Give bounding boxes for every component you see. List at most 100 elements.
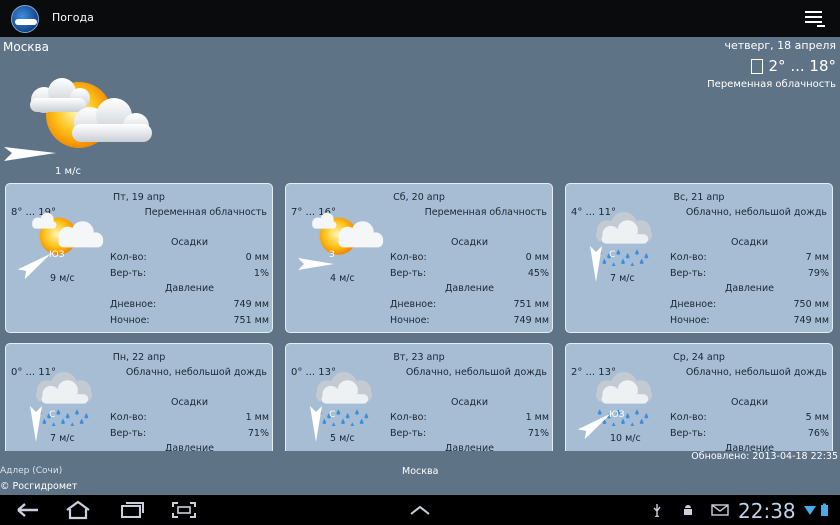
usb-icon [653, 504, 661, 517]
forecast-condition: Облачно, небольшой дождь [685, 367, 827, 378]
pressure-night-value: 751 мм [233, 315, 270, 326]
battery-icon [821, 503, 828, 516]
pressure-day-row: Дневное: 750 мм [670, 299, 829, 310]
precip-prob-value: 71% [527, 428, 549, 439]
app-logo-icon[interactable] [11, 5, 39, 33]
wind-speed: 7 м/с [50, 433, 75, 444]
wind-direction: ЮЗ [609, 410, 625, 420]
pressure-night-label: Ночное: [110, 315, 150, 326]
current-wind-speed: 1 м/с [55, 166, 81, 177]
wind-direction: С [609, 250, 616, 260]
precip-heading: Осадки [450, 397, 488, 408]
precip-prob-row: Вер-ть: 71% [390, 428, 549, 439]
forecast-card[interactable]: Пт, 19 апр 8° ... 19° Переменная облачност… [5, 183, 273, 333]
system-clock: 22:38 [738, 499, 796, 523]
precip-amount-row: Кол-во: 1 мм [390, 412, 549, 423]
precip-prob-value: 45% [527, 268, 549, 279]
forecast-day: Пт, 19 апр [113, 192, 165, 203]
wind-speed: 5 м/с [330, 433, 355, 444]
action-bar: Погода [0, 0, 840, 37]
precip-prob-value: 71% [247, 428, 269, 439]
chevron-up-icon[interactable] [406, 500, 434, 520]
precip-amount-value: 0 мм [245, 252, 269, 263]
footer-city-left[interactable]: Адлер (Сочи) [0, 466, 62, 476]
precip-heading: Осадки [170, 397, 208, 408]
wind-speed: 10 м/с [610, 433, 641, 444]
precip-amount-value: 1 мм [525, 412, 549, 423]
forecast-day: Ср, 24 апр [673, 352, 725, 363]
pressure-night-label: Ночное: [390, 315, 430, 326]
app-title: Погода [52, 11, 94, 24]
forecast-condition: Облачно, небольшой дождь [125, 367, 267, 378]
wind-speed: 4 м/с [330, 273, 355, 284]
precip-amount-label: Кол-во: [390, 252, 427, 263]
pressure-day-row: Дневное: 749 мм [110, 299, 269, 310]
updated-timestamp: Обновлено: 2013-04-18 22:35 [691, 451, 838, 462]
precip-prob-label: Вер-ть: [110, 428, 147, 439]
menu-icon[interactable] [805, 10, 825, 28]
precip-amount-value: 0 мм [525, 252, 549, 263]
pressure-day-label: Дневное: [110, 299, 157, 310]
screenshot-icon[interactable] [170, 500, 198, 520]
forecast-day: Пн, 22 апр [112, 352, 166, 363]
precip-amount-label: Кол-во: [670, 412, 707, 423]
precip-prob-row: Вер-ть: 1% [110, 268, 269, 279]
precip-prob-label: Вер-ть: [670, 268, 707, 279]
precip-amount-row: Кол-во: 0 мм [110, 252, 269, 263]
wind-arrow-icon [4, 147, 56, 161]
pressure-heading: Давление [165, 283, 214, 294]
precip-amount-row: Кол-во: 5 мм [670, 412, 829, 423]
precip-heading: Осадки [730, 237, 768, 248]
precip-heading: Осадки [170, 237, 208, 248]
pressure-heading: Давление [445, 283, 494, 294]
precip-prob-label: Вер-ть: [390, 428, 427, 439]
pressure-day-value: 750 мм [793, 299, 830, 310]
precip-amount-value: 7 мм [805, 252, 829, 263]
precip-prob-row: Вер-ть: 71% [110, 428, 269, 439]
pressure-day-value: 749 мм [233, 299, 270, 310]
pressure-heading: Давление [725, 283, 774, 294]
current-city[interactable]: Москва [3, 40, 49, 54]
precip-prob-row: Вер-ть: 79% [670, 268, 829, 279]
wind-direction: С [329, 410, 336, 420]
precip-amount-value: 5 мм [805, 412, 829, 423]
pressure-night-value: 749 мм [793, 315, 830, 326]
pressure-day-value: 751 мм [513, 299, 550, 310]
precip-prob-row: Вер-ть: 45% [390, 268, 549, 279]
precip-amount-row: Кол-во: 1 мм [110, 412, 269, 423]
forecast-day: Сб, 20 апр [393, 192, 445, 203]
forecast-card[interactable]: Сб, 20 апр 7° ... 16° Переменная облачност… [285, 183, 553, 333]
precip-amount-row: Кол-во: 0 мм [390, 252, 549, 263]
wind-direction: З [329, 250, 335, 260]
recent-apps-icon[interactable] [118, 500, 146, 520]
pressure-night-label: Ночное: [670, 315, 710, 326]
precip-prob-row: Вер-ть: 76% [670, 428, 829, 439]
current-temp-range: 2° ... 18° [750, 57, 836, 75]
pressure-day-label: Дневное: [670, 299, 717, 310]
forecast-condition: Переменная облачность [424, 207, 547, 218]
back-icon[interactable] [14, 500, 42, 520]
email-icon [711, 504, 729, 516]
footer-city-center[interactable]: Москва [402, 466, 438, 477]
forecast-condition: Переменная облачность [144, 207, 267, 218]
pressure-day-label: Дневное: [390, 299, 437, 310]
wind-direction: ЮЗ [49, 250, 65, 260]
pressure-night-row: Ночное: 749 мм [670, 315, 829, 326]
precip-amount-label: Кол-во: [390, 412, 427, 423]
precip-prob-label: Вер-ть: [390, 268, 427, 279]
pressure-day-row: Дневное: 751 мм [390, 299, 549, 310]
forecast-condition: Облачно, небольшой дождь [685, 207, 827, 218]
current-date: четверг, 18 апреля [724, 39, 836, 52]
wifi-icon [804, 506, 816, 515]
document-icon [750, 58, 763, 74]
home-icon[interactable] [64, 500, 92, 520]
precip-heading: Осадки [730, 397, 768, 408]
precip-amount-value: 1 мм [245, 412, 269, 423]
precip-prob-value: 79% [807, 268, 829, 279]
forecast-card[interactable]: Вс, 21 апр 4° ... 11° Облачно, небольшой д… [565, 183, 833, 333]
android-icon [684, 505, 692, 515]
pressure-night-row: Ночное: 751 мм [110, 315, 269, 326]
precip-prob-value: 76% [807, 428, 829, 439]
forecast-day: Вт, 23 апр [393, 352, 445, 363]
wind-speed: 9 м/с [50, 273, 75, 284]
